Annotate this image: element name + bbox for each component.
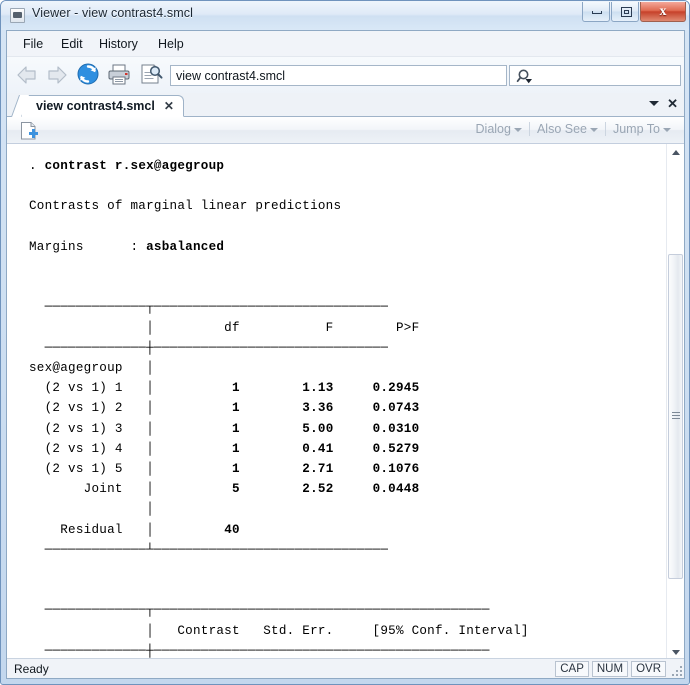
- tab-strip-controls: ✕: [649, 97, 678, 110]
- dialog-link[interactable]: Dialog: [469, 122, 529, 136]
- jump-to-label: Jump To: [612, 122, 660, 136]
- tab-close-icon[interactable]: ✕: [164, 99, 174, 113]
- tab-strip: view contrast4.smcl ✕ ✕: [7, 93, 684, 117]
- menu-file[interactable]: File: [19, 35, 47, 53]
- smcl-toolbar: Dialog Also See Jump To: [7, 117, 684, 144]
- address-input[interactable]: view contrast4.smcl: [170, 65, 507, 86]
- minimize-icon: [592, 11, 602, 14]
- refresh-icon: [77, 63, 99, 85]
- print-button[interactable]: [107, 64, 131, 90]
- back-arrow-icon: [17, 66, 36, 84]
- close-icon: x: [659, 4, 667, 19]
- jump-to-link[interactable]: Jump To: [606, 122, 678, 136]
- scrollbar-thumb[interactable]: [668, 254, 683, 579]
- chevron-down-icon: [513, 128, 522, 132]
- search-box[interactable]: [509, 65, 681, 86]
- status-flags: CAP NUM OVR: [555, 661, 666, 677]
- status-message: Ready: [14, 662, 49, 676]
- status-flag-num: NUM: [591, 661, 629, 677]
- vertical-scrollbar[interactable]: [666, 144, 684, 661]
- chevron-down-icon: [589, 128, 598, 132]
- tab-label: view contrast4.smcl: [36, 99, 155, 113]
- viewer-icon: [10, 8, 25, 23]
- status-flag-cap: CAP: [555, 661, 589, 677]
- window-title: Viewer - view contrast4.smcl: [32, 6, 193, 20]
- document-viewport: . contrast r.sex@agegroup Contrasts of m…: [7, 144, 684, 661]
- maximize-button[interactable]: [611, 2, 639, 22]
- navigation-toolbar: view contrast4.smcl: [7, 57, 684, 93]
- viewer-window: Viewer - view contrast4.smcl x File Edit…: [0, 0, 690, 685]
- menu-edit[interactable]: Edit: [57, 35, 87, 53]
- chevron-down-icon: [663, 128, 671, 132]
- scrollbar-grip-icon: [672, 411, 680, 422]
- status-flag-ovr: OVR: [631, 661, 666, 677]
- client-area: File Edit History Help view contrast4.sm…: [6, 30, 685, 679]
- resize-grip-icon[interactable]: [670, 664, 682, 676]
- maximize-icon: [621, 7, 632, 17]
- back-button[interactable]: [15, 64, 39, 86]
- also-see-label: Also See: [536, 122, 587, 136]
- menu-bar: File Edit History Help: [7, 31, 684, 57]
- dialog-label: Dialog: [475, 122, 511, 136]
- scroll-up-button[interactable]: [667, 144, 684, 161]
- smcl-document[interactable]: . contrast r.sex@agegroup Contrasts of m…: [7, 144, 665, 661]
- refresh-button[interactable]: [77, 63, 99, 90]
- menu-history[interactable]: History: [95, 35, 142, 53]
- new-document-icon: [21, 122, 38, 140]
- also-see-link[interactable]: Also See: [530, 122, 605, 136]
- search-input[interactable]: [540, 66, 682, 85]
- tab-view-contrast4[interactable]: view contrast4.smcl ✕: [21, 95, 184, 117]
- forward-button[interactable]: [45, 64, 69, 86]
- minimize-button[interactable]: [582, 2, 610, 22]
- scroll-up-arrow-icon: [672, 150, 680, 155]
- chevron-down-icon[interactable]: [649, 101, 660, 106]
- menu-help[interactable]: Help: [154, 35, 188, 53]
- find-in-document-icon: [141, 64, 163, 84]
- close-tab-icon[interactable]: ✕: [667, 97, 678, 110]
- status-bar: Ready CAP NUM OVR: [7, 658, 684, 678]
- print-icon: [108, 64, 130, 85]
- forward-arrow-icon: [48, 66, 67, 84]
- scroll-down-arrow-icon: [672, 650, 680, 655]
- smcl-output-text: . contrast r.sex@agegroup Contrasts of m…: [29, 159, 529, 658]
- search-magnifier-icon: [516, 69, 532, 84]
- smcl-links: Dialog Also See Jump To: [469, 122, 678, 136]
- window-controls: x: [581, 2, 686, 22]
- title-bar: Viewer - view contrast4.smcl x: [1, 1, 689, 30]
- close-button[interactable]: x: [640, 2, 686, 22]
- find-button[interactable]: [139, 63, 163, 90]
